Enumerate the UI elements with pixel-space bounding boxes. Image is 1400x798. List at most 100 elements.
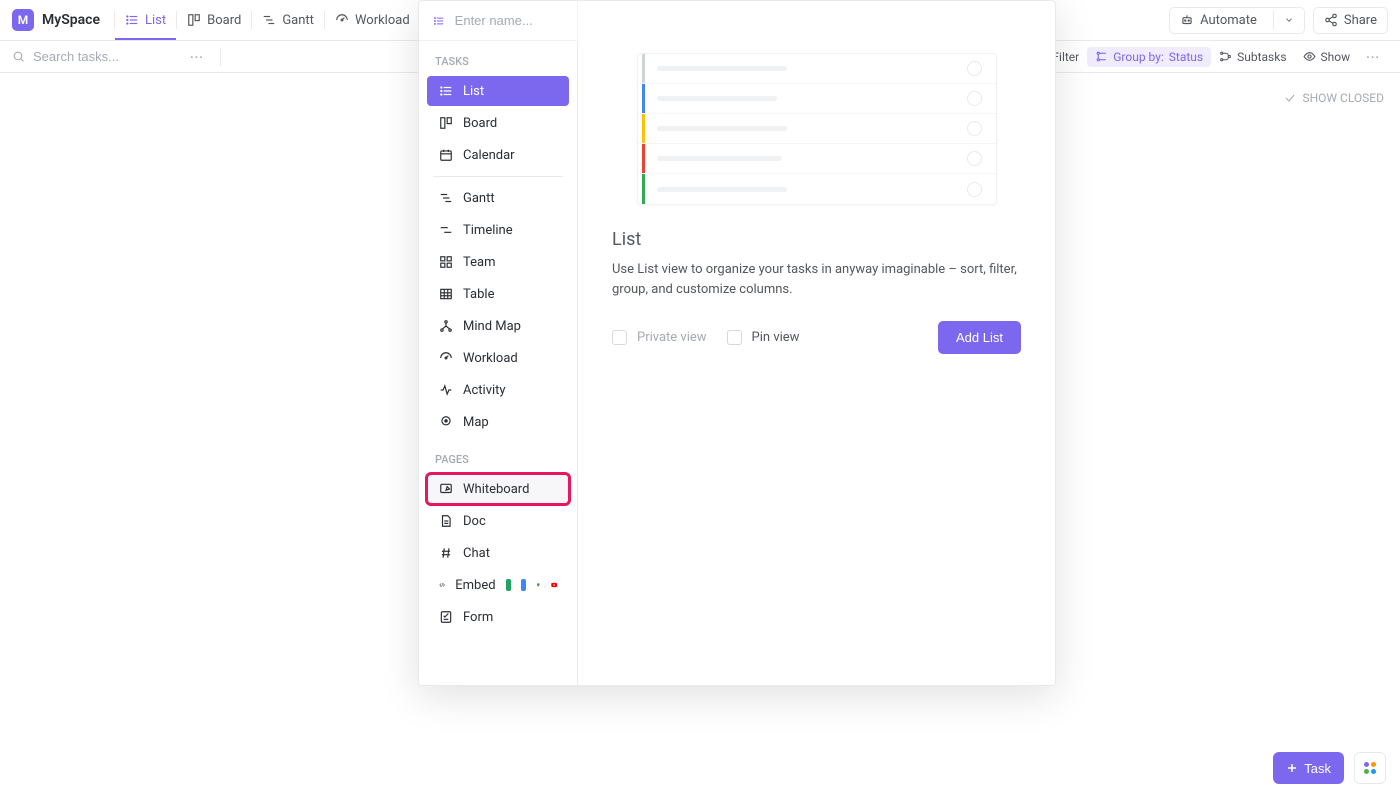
plus-icon [1286, 762, 1298, 774]
view-option-calendar[interactable]: Calendar [427, 140, 569, 170]
gantt-icon [439, 191, 453, 205]
view-option-table[interactable]: Table [427, 279, 569, 309]
view-option-label: Table [463, 287, 494, 302]
tab-gantt[interactable]: Gantt [252, 0, 324, 40]
add-list-button[interactable]: Add List [938, 321, 1021, 354]
share-button[interactable]: Share [1313, 7, 1388, 34]
view-option-chat[interactable]: Chat [427, 538, 569, 568]
embed-maps-icon [536, 579, 540, 591]
search-input-wrap[interactable] [12, 49, 182, 64]
share-icon [1324, 13, 1338, 27]
view-option-label: Chat [463, 546, 490, 561]
view-option-timeline[interactable]: Timeline [427, 215, 569, 245]
tab-list[interactable]: List [115, 0, 176, 40]
whiteboard-icon [439, 482, 453, 496]
view-option-embed[interactable]: Embed [427, 570, 569, 600]
show-button[interactable]: Show [1295, 47, 1359, 67]
search-icon [12, 50, 25, 63]
subtasks-label: Subtasks [1237, 50, 1286, 64]
eye-icon [1303, 50, 1316, 63]
view-option-whiteboard[interactable]: Whiteboard [427, 474, 569, 504]
preview-description: Use List view to organize your tasks in … [612, 260, 1021, 299]
preview-options: Private view Pin view Add List [612, 321, 1021, 354]
new-task-button[interactable]: Task [1273, 752, 1344, 784]
space-badge[interactable]: M [12, 9, 34, 31]
view-option-label: Gantt [463, 191, 495, 206]
view-option-doc[interactable]: Doc [427, 506, 569, 536]
checkbox-icon [612, 330, 627, 345]
list-icon [439, 84, 453, 98]
view-option-label: Whiteboard [463, 482, 529, 497]
private-view-checkbox[interactable]: Private view [612, 330, 707, 345]
hash-icon [439, 546, 453, 560]
chevron-down-icon [1284, 15, 1294, 25]
embed-icon [439, 578, 445, 592]
view-option-list[interactable]: List [427, 76, 569, 106]
view-option-map[interactable]: Map [427, 407, 569, 437]
robot-icon [1180, 13, 1194, 27]
view-option-form[interactable]: Form [427, 602, 569, 632]
check-icon [1284, 92, 1296, 104]
view-option-team[interactable]: Team [427, 247, 569, 277]
map-icon [439, 415, 453, 429]
groupby-button[interactable]: Group by: Status [1087, 47, 1211, 67]
add-view-modal: TASKS List Board Calendar Gantt Timeline… [418, 0, 1056, 686]
view-option-label: List [463, 84, 484, 99]
view-option-board[interactable]: Board [427, 108, 569, 138]
subtasks-icon [1219, 50, 1232, 63]
view-option-label: Team [463, 255, 496, 270]
preview-title: List [612, 229, 1021, 250]
tab-board[interactable]: Board [177, 0, 251, 40]
floating-actions: Task [1273, 752, 1386, 784]
apps-button[interactable] [1354, 752, 1386, 784]
view-option-label: Activity [463, 383, 506, 398]
divider [220, 48, 221, 66]
show-label: Show [1321, 50, 1351, 64]
divider [433, 176, 563, 177]
timeline-icon [439, 223, 453, 237]
mindmap-icon [439, 319, 453, 333]
table-icon [439, 287, 453, 301]
embed-youtube-icon [551, 580, 557, 590]
section-pages: PAGES [419, 439, 577, 472]
search-more-icon[interactable]: ··· [182, 50, 212, 64]
gantt-icon [262, 13, 276, 27]
pin-view-checkbox[interactable]: Pin view [727, 330, 800, 345]
show-closed-toggle[interactable]: SHOW CLOSED [1284, 91, 1384, 105]
filter-label: Filter [1052, 50, 1079, 64]
view-option-label: Embed [455, 578, 495, 593]
tab-label: Board [207, 13, 241, 28]
tab-label: Gantt [282, 13, 314, 28]
private-view-label: Private view [637, 330, 707, 345]
preview-illustration [637, 53, 997, 205]
groupby-label: Group by: [1113, 50, 1164, 64]
subtasks-button[interactable]: Subtasks [1211, 47, 1294, 67]
tab-workload[interactable]: Workload [325, 0, 420, 40]
automate-button[interactable]: Automate [1169, 7, 1305, 34]
embed-calendar-icon [521, 579, 526, 591]
view-name-input[interactable] [455, 13, 563, 28]
doc-icon [439, 514, 453, 528]
embed-sheets-icon [506, 579, 511, 591]
more-options-icon[interactable]: ··· [1358, 50, 1388, 64]
view-option-workload[interactable]: Workload [427, 343, 569, 373]
space-name[interactable]: MySpace [42, 12, 100, 28]
team-icon [439, 255, 453, 269]
view-option-gantt[interactable]: Gantt [427, 183, 569, 213]
view-option-label: Workload [463, 351, 518, 366]
view-option-label: Board [463, 116, 497, 131]
list-icon [433, 14, 445, 28]
automate-dropdown[interactable] [1273, 10, 1304, 30]
view-option-label: Timeline [463, 223, 513, 238]
search-input[interactable] [33, 49, 163, 64]
tab-label: List [145, 13, 166, 28]
view-option-mindmap[interactable]: Mind Map [427, 311, 569, 341]
tab-label: Workload [355, 13, 410, 28]
list-icon [125, 13, 139, 27]
section-tasks: TASKS [419, 41, 577, 74]
modal-preview-panel: List Use List view to organize your task… [578, 1, 1055, 685]
automate-label: Automate [1200, 13, 1257, 28]
view-option-activity[interactable]: Activity [427, 375, 569, 405]
apps-icon [1364, 762, 1376, 774]
board-icon [187, 13, 201, 27]
